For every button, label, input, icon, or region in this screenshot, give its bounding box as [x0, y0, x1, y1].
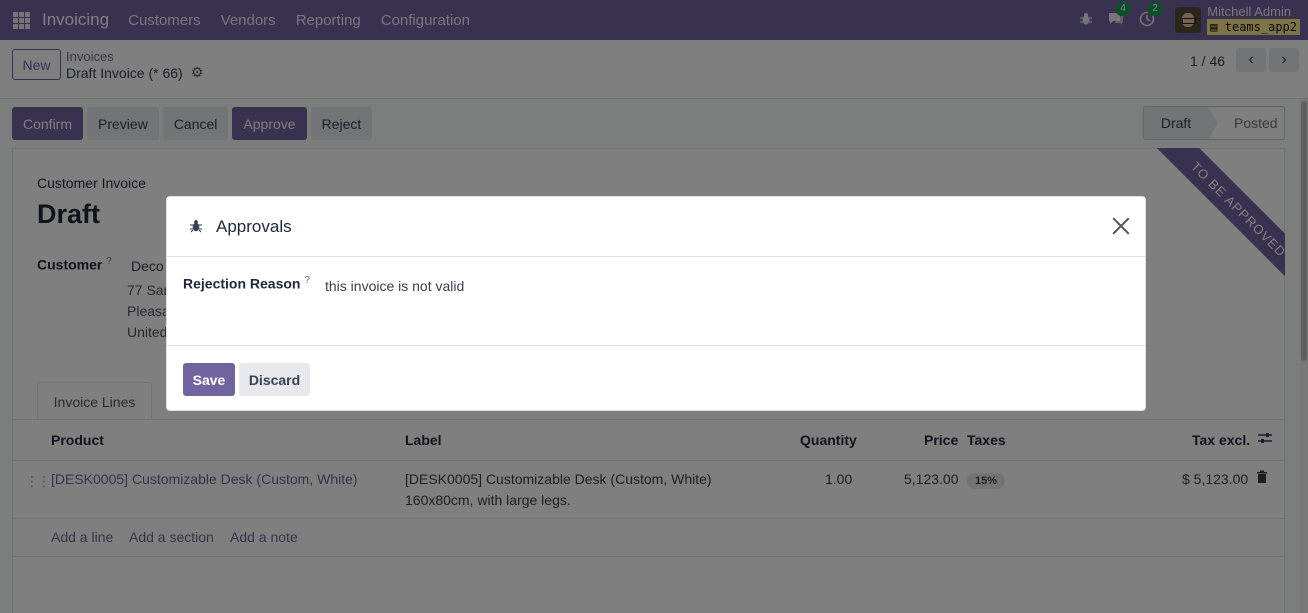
bug-icon	[189, 219, 203, 236]
rejection-reason-label: Rejection Reason ?	[183, 275, 310, 292]
dialog-title: Approvals	[216, 217, 292, 236]
dialog-header: Approvals	[167, 197, 1145, 257]
help-icon[interactable]: ?	[304, 275, 310, 286]
dialog-footer: Save Discard	[167, 345, 1145, 411]
approvals-dialog: Approvals Rejection Reason ? this invoic…	[166, 196, 1146, 411]
save-button[interactable]: Save	[183, 363, 235, 396]
discard-button[interactable]: Discard	[239, 363, 310, 396]
close-icon[interactable]	[1112, 217, 1130, 235]
rejection-reason-field[interactable]: this invoice is not valid	[325, 278, 464, 294]
